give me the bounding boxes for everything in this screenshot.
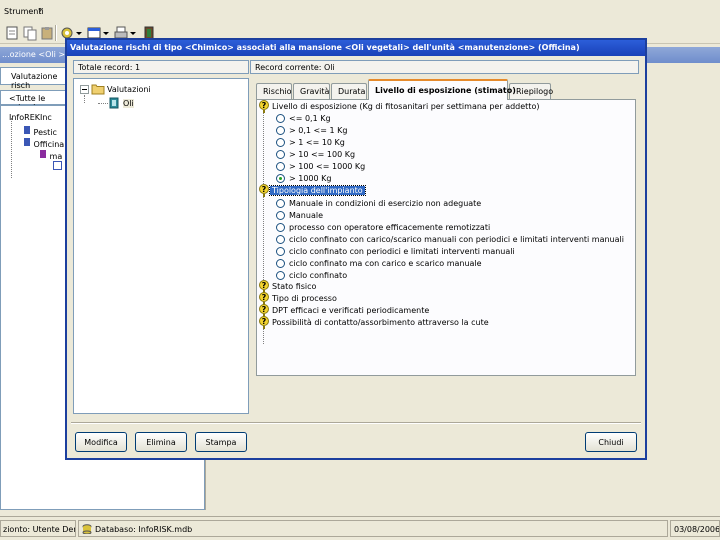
current-record: Record corrente: Oli bbox=[255, 63, 335, 72]
radio-exposure-4[interactable] bbox=[276, 150, 285, 159]
radio-exposure-3[interactable] bbox=[276, 138, 285, 147]
database-icon bbox=[82, 524, 92, 534]
total-records-box: Totale record: 1 bbox=[73, 60, 249, 74]
svg-text:?: ? bbox=[262, 281, 267, 290]
radio-exposure-2[interactable] bbox=[276, 126, 285, 135]
status-database: Databaso: InfoRISK.mdb bbox=[78, 520, 668, 537]
evaluations-tree: Valutazioni Oli bbox=[73, 78, 249, 414]
tree-item-pestic[interactable]: Pestic bbox=[23, 125, 57, 137]
folder-icon bbox=[91, 84, 105, 95]
tree-expander[interactable] bbox=[80, 85, 89, 94]
tree-item-officina[interactable]: Officina bbox=[23, 137, 64, 149]
copy-icon[interactable] bbox=[22, 25, 38, 41]
plant-type-heading[interactable]: Tipologia dell'impianto bbox=[269, 185, 366, 196]
radio-plant-1[interactable] bbox=[276, 199, 285, 208]
detail-panel: Rischio Gravità Durata Livello di esposi… bbox=[250, 78, 639, 414]
option-plant-6[interactable]: ciclo confinato ma con carico e scarico … bbox=[289, 259, 482, 268]
option-plant-2[interactable]: Manuale bbox=[289, 211, 323, 220]
background-window-title-text: ...ozione <Oli > bbox=[2, 50, 66, 59]
option-exposure-5[interactable]: > 100 <= 1000 Kg bbox=[289, 162, 365, 171]
radio-plant-2[interactable] bbox=[276, 211, 285, 220]
dialog-title: Valutazione rischi di tipo <Chimico> ass… bbox=[70, 43, 580, 52]
delete-button[interactable]: Elimina bbox=[135, 432, 187, 452]
new-icon[interactable] bbox=[4, 25, 20, 41]
criterion-ppe[interactable]: DPT efficaci e verificati periodicamente bbox=[272, 306, 429, 315]
option-plant-5[interactable]: ciclo confinato con periodici e limitati… bbox=[289, 247, 515, 256]
close-button[interactable]: Chiudi bbox=[585, 432, 637, 452]
task-icon bbox=[53, 161, 62, 170]
button-separator bbox=[71, 422, 641, 424]
option-exposure-4[interactable]: > 10 <= 100 Kg bbox=[289, 150, 355, 159]
svg-text:?: ? bbox=[262, 185, 267, 194]
tree-item-label: Officina bbox=[33, 140, 65, 149]
unit-icon bbox=[40, 150, 46, 158]
radio-plant-3[interactable] bbox=[276, 223, 285, 232]
radio-exposure-5[interactable] bbox=[276, 162, 285, 171]
option-plant-1[interactable]: Manuale in condizioni di esercizio non a… bbox=[289, 199, 481, 208]
status-session: zionto: Utente Demo bbox=[0, 520, 76, 537]
tree-item-task[interactable] bbox=[53, 161, 62, 172]
tab-gravita[interactable]: Gravità bbox=[293, 83, 330, 99]
radio-exposure-1[interactable] bbox=[276, 114, 285, 123]
tree-item-inforisk[interactable]: InfoREKInc bbox=[9, 113, 52, 122]
radio-plant-4[interactable] bbox=[276, 235, 285, 244]
paste-icon[interactable] bbox=[39, 25, 55, 41]
chevron-down-icon[interactable] bbox=[76, 32, 82, 35]
modify-button[interactable]: Modifica bbox=[75, 432, 127, 452]
tab-label: Valutazione risch bbox=[11, 72, 58, 90]
question-icon: ? bbox=[259, 316, 269, 329]
tree-item-label: Pestic bbox=[33, 128, 57, 137]
print-button[interactable]: Stampa bbox=[195, 432, 247, 452]
tab-durata[interactable]: Durata bbox=[331, 83, 367, 99]
tree-item-label: ma bbox=[49, 152, 63, 161]
svg-text:?: ? bbox=[262, 101, 267, 110]
tab-rischio[interactable]: Rischio bbox=[256, 83, 292, 99]
dialog-title-bar: Valutazione rischi di tipo <Chimico> ass… bbox=[67, 40, 645, 56]
status-date: 03/08/2006 bbox=[670, 520, 720, 537]
building-icon bbox=[24, 138, 30, 146]
exposure-tab-content: ? Livello di esposizione (Kg di fitosani… bbox=[256, 99, 636, 376]
tree-line bbox=[98, 103, 108, 104]
tree-item-label: InfoREKInc bbox=[9, 113, 52, 122]
tab-valutazione-rischi[interactable]: Valutazione risch bbox=[0, 67, 68, 90]
radio-plant-7[interactable] bbox=[276, 271, 285, 280]
radio-plant-6[interactable] bbox=[276, 259, 285, 268]
menu-bar: Strumenti ? bbox=[0, 0, 720, 22]
svg-text:?: ? bbox=[262, 317, 267, 326]
total-records: Totale record: 1 bbox=[78, 63, 141, 72]
question-icon: ? bbox=[259, 100, 269, 113]
building-icon bbox=[24, 126, 30, 134]
option-plant-3[interactable]: processo con operatore efficacemente rem… bbox=[289, 223, 490, 232]
current-record-box: Record corrente: Oli bbox=[250, 60, 639, 74]
tree-item-ma[interactable]: ma bbox=[39, 149, 62, 161]
tab-livello-esposizione[interactable]: Livello di esposizione (stimato) bbox=[368, 79, 516, 100]
option-exposure-1[interactable]: <= 0,1 Kg bbox=[289, 114, 331, 123]
option-plant-4[interactable]: ciclo confinato con carico/scarico manua… bbox=[289, 235, 624, 244]
radio-plant-5[interactable] bbox=[276, 247, 285, 256]
criterion-skin-contact[interactable]: Possibilità di contatto/assorbimento att… bbox=[272, 318, 489, 327]
tree-line bbox=[11, 118, 12, 178]
document-icon bbox=[109, 97, 119, 109]
option-plant-7[interactable]: ciclo confinato bbox=[289, 271, 347, 280]
radio-exposure-6[interactable] bbox=[276, 174, 285, 183]
tree-line bbox=[84, 95, 85, 103]
criterion-physical-state[interactable]: Stato fisico bbox=[272, 282, 316, 291]
option-exposure-3[interactable]: > 1 <= 10 Kg bbox=[289, 138, 345, 147]
option-exposure-6[interactable]: > 1000 Kg bbox=[289, 174, 331, 183]
status-bar: zionto: Utente Demo Databaso: InfoRISK.m… bbox=[0, 516, 720, 540]
svg-text:?: ? bbox=[262, 293, 267, 302]
menu-item-help[interactable]: ? bbox=[38, 7, 42, 16]
tree-root-label[interactable]: Valutazioni bbox=[107, 85, 151, 94]
option-exposure-2[interactable]: > 0,1 <= 1 Kg bbox=[289, 126, 347, 135]
criterion-process-type[interactable]: Tipo di processo bbox=[272, 294, 337, 303]
svg-text:?: ? bbox=[262, 305, 267, 314]
exposure-heading[interactable]: Livello di esposizione (Kg di fitosanita… bbox=[272, 102, 539, 111]
tree-child-label[interactable]: Oli bbox=[123, 99, 134, 108]
chevron-down-icon[interactable] bbox=[130, 32, 136, 35]
tab-tutte-le-aziende[interactable]: <Tutte le esiende bbox=[0, 90, 68, 112]
toolbar-separator bbox=[55, 25, 57, 41]
chevron-down-icon[interactable] bbox=[103, 32, 109, 35]
risk-evaluation-dialog: Valutazione rischi di tipo <Chimico> ass… bbox=[65, 38, 647, 460]
question-icon: ? bbox=[259, 184, 269, 197]
